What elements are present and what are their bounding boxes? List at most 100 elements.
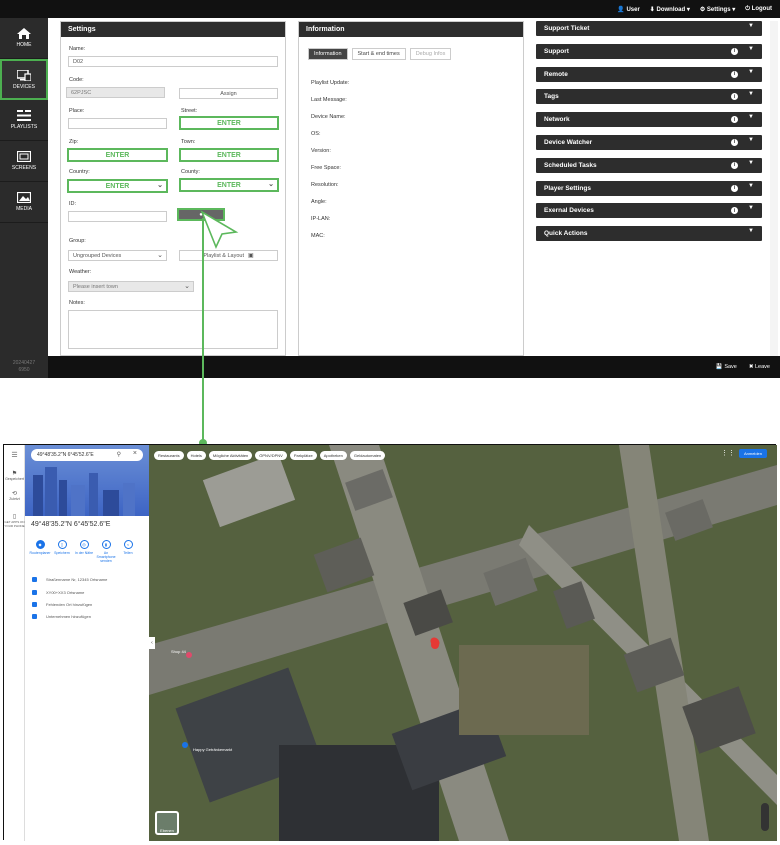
share-button[interactable]: < Teilen [117,540,139,563]
panel-scheduled-tasks[interactable]: Scheduled Tasks i ▼ [536,157,762,173]
save-place-button[interactable]: ▯ Speichern [51,540,73,563]
info-icon[interactable]: i [731,184,738,192]
nearby-button[interactable]: ◎ In der Nähe [73,540,95,563]
send-to-phone-button[interactable]: ▮ An Smartphone senden [95,540,117,563]
group-select[interactable]: Ungrouped Devices [68,250,167,261]
playlist-layout-button[interactable]: Playlist & Layout ▣ [179,250,278,261]
chip-pharmacies[interactable]: Apotheken [319,451,347,460]
weather-select[interactable]: Please insert town [68,281,194,292]
save-button[interactable]: 💾 Save [716,364,737,370]
panel-support-ticket[interactable]: Support Ticket ▼ [536,21,762,36]
notes-textarea[interactable] [68,310,278,349]
add-place-text: Fehlenden Ort hinzufügen [46,602,93,607]
panel-label: Network [544,116,570,124]
sidebar-item-screens[interactable]: SCREENS [0,141,48,182]
version-line: 6950 [18,367,30,373]
sidebar-item-devices[interactable]: DEVICES [0,59,48,100]
logout-link[interactable]: ⏻ Logout [745,6,772,13]
directions-button[interactable]: ◆ Routenplaner [29,540,51,563]
download-menu[interactable]: ⬇ Download ▾ [650,6,690,13]
panel-label: Support Ticket [544,25,590,32]
close-icon[interactable]: × [133,450,137,457]
info-ip-lan: IP-LAN: [311,216,331,222]
zip-input[interactable]: ENTER [67,148,168,162]
settings-menu[interactable]: ⚙ Settings ▾ [700,6,735,13]
info-icon[interactable]: i [731,47,738,55]
chip-atms[interactable]: Geldautomaten [349,451,386,460]
plus-code-text: XY00+XX3 Ortsname [46,590,85,595]
id-input[interactable] [68,211,167,222]
sidebar-item-playlists[interactable]: PLAYLISTS [0,100,48,141]
chip-restaurants[interactable]: Restaurants [154,451,184,460]
place-label: Place: [69,108,85,114]
add-business-row[interactable]: Unternehmen hinzufügen [32,614,91,619]
name-input[interactable]: D02 [68,56,278,67]
street-label: Street: [181,108,198,114]
info-free-space: Free Space: [311,165,341,171]
layers-button[interactable]: Ebenen [155,811,179,835]
info-icon[interactable]: i [731,93,738,101]
code-label: Code: [69,77,84,83]
panel-support[interactable]: Support i ▼ [536,43,762,59]
screens-icon [17,151,31,162]
street-input[interactable]: ENTER [179,116,279,130]
info-icon[interactable]: i [731,116,738,124]
chip-hotels[interactable]: Hotels [186,451,206,460]
sidebar-item-label: SCREENS [11,165,37,171]
address-row[interactable]: Straßenname Nr, 12345 Ortsname [32,577,107,582]
panel-label: Exernal Devices [544,207,594,215]
info-icon[interactable]: i [731,161,738,169]
apps-grid-icon[interactable]: ⋮⋮ [721,449,735,457]
search-icon[interactable]: ⚲ [117,451,121,458]
add-place-row[interactable]: Fehlenden Ort hinzufügen [32,602,92,607]
info-icon[interactable]: i [731,138,738,146]
panel-player-settings[interactable]: Player Settings i ▼ [536,180,762,196]
plus-code-row[interactable]: XY00+XX3 Ortsname [32,590,84,595]
sign-in-button[interactable]: Anmelden [738,449,767,458]
panel-label: Support [544,47,569,55]
collapse-panel-button[interactable]: ‹ [149,637,155,649]
zoom-controls[interactable] [761,803,769,831]
sidebar-item-home[interactable]: HOME [0,18,48,59]
recent-item[interactable]: ⟲ Zuletzt [4,485,25,505]
tab-information[interactable]: Information [308,48,348,60]
country-select[interactable]: ENTER [67,179,168,193]
user-menu[interactable]: 👤 User [617,6,639,13]
bottom-bar: 💾 Save ✖ Leave [48,356,780,378]
sidebar-item-label: MEDIA [16,206,32,212]
panel-quick-actions[interactable]: Quick Actions ▼ [536,226,762,242]
code-input: 62PJSC [66,87,165,98]
place-input[interactable] [68,118,167,129]
panel-tags[interactable]: Tags i ▼ [536,89,762,105]
county-select[interactable]: ENTER [179,178,279,192]
chip-transit[interactable]: ÖPNV/DPNV [255,451,287,460]
panel-network[interactable]: Network i ▼ [536,112,762,128]
scrollbar[interactable] [770,21,778,356]
panel-label: Device Watcher [544,138,593,146]
media-icon [17,192,31,203]
leave-button[interactable]: ✖ Leave [749,364,770,370]
map-search-input[interactable]: 49°48'35.2"N 6°45'52.6"E ⚲ × [31,449,143,461]
saved-item[interactable]: ⚑ Gespeichert [4,465,25,485]
info-icon[interactable]: i [731,207,738,215]
menu-icon[interactable]: ☰ [4,445,25,465]
right-panels: Support Ticket ▼ Support i ▼ Remote i ▼ Tags i… [536,21,762,249]
layers-label: Ebenen [160,828,174,833]
chip-activities[interactable]: Mögliche Aktivitäten [208,451,253,460]
town-input[interactable]: ENTER [179,148,279,162]
tab-start-end-times[interactable]: Start & end times [351,48,406,60]
caret-down-icon: ▼ [748,114,754,121]
get-apps-item[interactable]: ▯ GET APPS ON YOUR PHONE [4,505,25,535]
panel-external-devices[interactable]: Exernal Devices i ▼ [536,203,762,219]
assign-button[interactable]: Assign [179,88,278,99]
panel-remote[interactable]: Remote i ▼ [536,66,762,82]
tab-debug-infos[interactable]: Debug Infos [409,48,452,60]
info-icon[interactable]: i [731,70,738,78]
satellite-map[interactable]: Shop 44 Happy Getränkemarkt [149,445,777,841]
place-actions: ◆ Routenplaner ▯ Speichern ◎ In der Nähe ▮ A… [29,540,139,563]
panel-device-watcher[interactable]: Device Watcher i ▼ [536,134,762,150]
plus-code-icon [32,590,37,595]
sidebar: HOME DEVICES PLAYLISTS SCREENS MEDIA 202… [0,18,48,378]
sidebar-item-media[interactable]: MEDIA [0,182,48,223]
chip-parking[interactable]: Parkplätze [289,451,317,460]
